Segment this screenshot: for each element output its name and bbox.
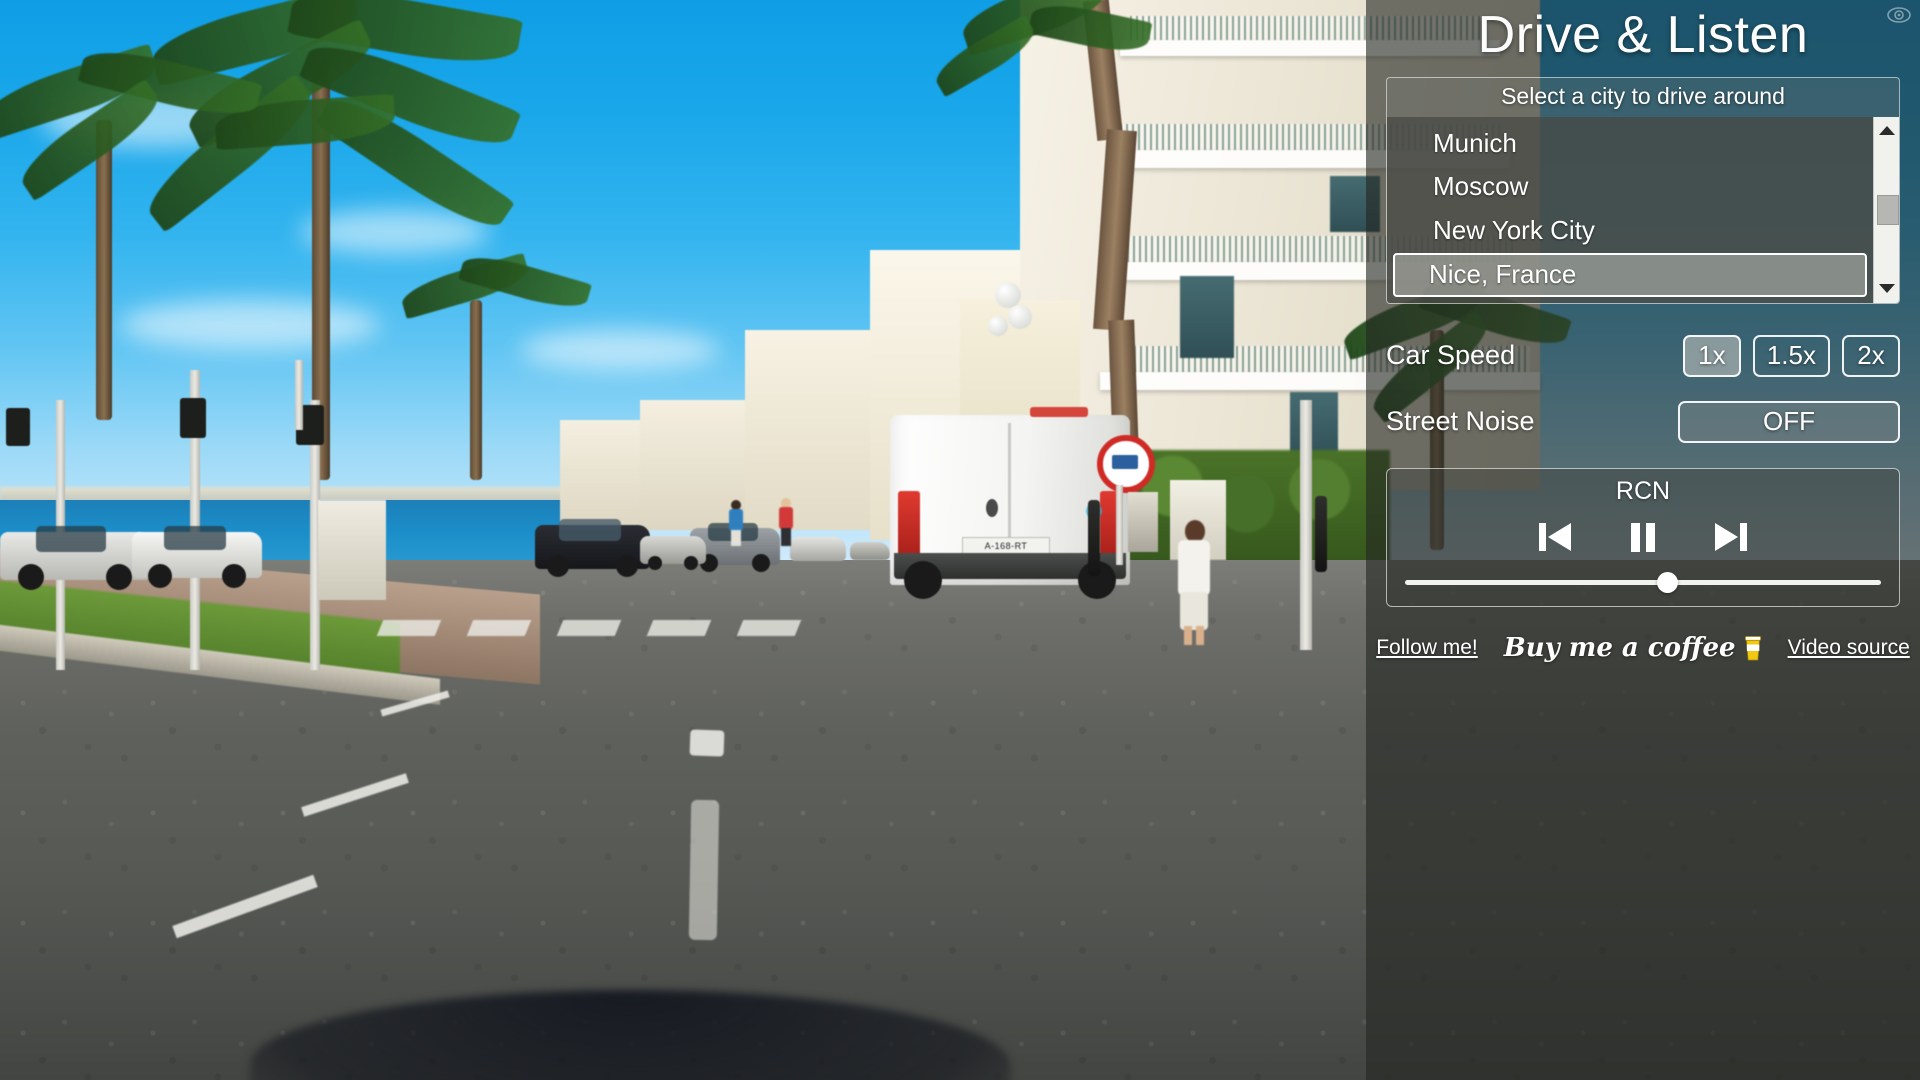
oncoming-car [790,532,846,566]
city-option-munich[interactable]: Munich [1393,122,1867,166]
sign-pole [295,360,303,430]
van-handle [986,499,998,517]
car-speed-option-1x[interactable]: 1x [1682,334,1741,377]
van-roof-light [1030,407,1088,417]
pedestrian [728,500,744,546]
palm-trunk [470,300,482,480]
oncoming-car [535,515,650,577]
street-lamp-globe [988,316,1008,336]
footer-links: Follow me! Buy me a coffee Video source [1366,633,1920,663]
radio-transport-controls [1387,510,1899,560]
concrete-planter [318,500,386,600]
skip-next-icon[interactable] [1709,520,1749,554]
trash-bin [1128,492,1158,552]
volume-track [1405,579,1881,585]
city-listbox[interactable]: Munich Moscow New York City Nice, France [1387,116,1899,303]
car-speed-label: Car Speed [1386,340,1516,371]
eye-icon[interactable] [1886,6,1912,24]
palm-trunk [96,120,112,420]
volume-slider[interactable] [1405,571,1881,593]
street-noise-toggle[interactable]: OFF [1678,400,1900,443]
bollard [1088,500,1100,576]
city-option-moscow[interactable]: Moscow [1393,165,1867,209]
car-speed-option-1-5x[interactable]: 1.5x [1752,334,1830,377]
pause-icon[interactable] [1623,520,1663,554]
light-pole [1300,400,1312,650]
oncoming-car [850,538,890,564]
window [1180,276,1234,358]
skip-previous-icon[interactable] [1537,520,1577,554]
distant-building [745,330,885,530]
crosswalk-stripe [376,620,442,636]
lane-marking [688,799,720,941]
buy-me-a-coffee-link[interactable]: Buy me a coffee [1504,633,1762,663]
traffic-light [180,398,206,438]
video-source-link[interactable]: Video source [1788,636,1910,660]
volume-handle[interactable] [1656,571,1678,593]
radio-player: RCN [1386,467,1900,607]
page-title: Drive & Listen [1477,6,1809,64]
distant-building [560,420,650,530]
city-selector: Select a city to drive around Munich Mos… [1386,76,1900,304]
pedestrian [778,498,794,546]
crosswalk-stripe [466,620,532,636]
control-panel: Drive & Listen Select a city to drive ar… [1366,0,1920,1080]
crosswalk-stripe [556,620,622,636]
parked-car [0,520,150,590]
cloud [120,300,380,350]
scrollbar-thumb[interactable] [1877,194,1899,225]
parked-car [132,522,262,588]
pedestrian [1172,520,1214,645]
city-option-nice-france[interactable]: Nice, France [1393,253,1867,298]
car-speed-option-2x[interactable]: 2x [1842,334,1900,377]
triangle-down-icon[interactable] [1874,277,1899,301]
app-root: A-168-RT Drive & Listen Select a city to… [0,0,1920,1080]
street-noise-label: Street Noise [1386,406,1535,437]
city-list: Munich Moscow New York City Nice, France [1387,117,1873,303]
crosswalk-stripe [736,620,802,636]
sign-pole [1116,485,1123,565]
radio-station-name: RCN [1615,476,1671,505]
lane-marking [689,729,725,757]
no-trucks-sign [1097,435,1155,493]
traffic-light [6,408,30,446]
city-list-scrollbar[interactable] [1873,116,1899,303]
car-speed-row: Car Speed 1x 1.5x 2x [1386,326,1900,386]
street-noise-row: Street Noise OFF [1386,392,1900,452]
city-option-new-york-city[interactable]: New York City [1393,209,1867,253]
street-lamp-globe [995,282,1021,308]
cloud [520,330,720,370]
coffee-label: Buy me a coffee [1503,632,1736,663]
crosswalk-stripe [646,620,712,636]
follow-me-link[interactable]: Follow me! [1376,636,1478,660]
oncoming-car [640,530,706,570]
coffee-cup-icon [1744,635,1762,661]
city-selector-label: Select a city to drive around [1501,82,1785,109]
triangle-up-icon[interactable] [1874,119,1899,143]
street-lamp-globe [1008,305,1032,329]
bollard [1315,496,1327,572]
